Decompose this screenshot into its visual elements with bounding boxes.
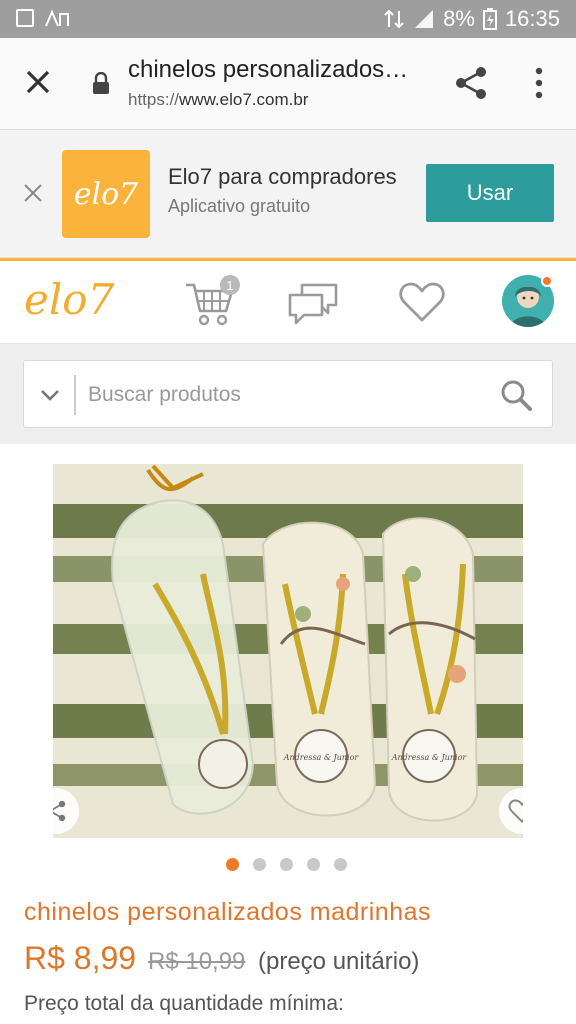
share-icon[interactable] bbox=[454, 66, 488, 100]
close-banner-icon[interactable] bbox=[22, 182, 44, 204]
search-divider bbox=[74, 375, 76, 415]
site-header: elo7 1 bbox=[0, 258, 576, 344]
gallery-notification-icon bbox=[16, 9, 34, 27]
lock-icon bbox=[93, 72, 109, 94]
clock: 16:35 bbox=[504, 6, 560, 31]
signature-text-2: Andressa & Junior bbox=[391, 753, 468, 762]
search-input[interactable] bbox=[88, 375, 488, 415]
browser-toolbar: chinelos personalizados madrinhas https:… bbox=[0, 38, 576, 130]
product-old-price: R$ 10,99 bbox=[148, 948, 246, 975]
app-subtitle: Aplicativo gratuito bbox=[168, 196, 311, 216]
url-host: www.elo7.com.br bbox=[179, 90, 309, 109]
gallery-pagination bbox=[226, 858, 347, 871]
app-install-banner: elo7 Elo7 para compradores Aplicativo gr… bbox=[0, 130, 576, 258]
cell-signal-icon bbox=[415, 10, 434, 28]
gallery-dot[interactable] bbox=[280, 858, 293, 871]
product-price: R$ 8,99 bbox=[24, 940, 137, 976]
battery-icon bbox=[482, 8, 497, 30]
app-logo: elo7 bbox=[62, 150, 150, 238]
signature-text: Andressa & Junior bbox=[283, 753, 360, 762]
signal-notification-icon bbox=[45, 9, 69, 27]
status-bar: 8% 16:35 bbox=[0, 0, 576, 38]
page-url[interactable]: https://www.elo7.com.br bbox=[128, 90, 308, 110]
favorites-heart-icon[interactable] bbox=[398, 281, 446, 323]
notification-dot bbox=[541, 275, 553, 287]
flip-flops-photo: Andressa & Junior Andressa & Junior bbox=[53, 464, 523, 838]
site-logo[interactable]: elo7 bbox=[24, 275, 114, 324]
product-title: chinelos personalizados madrinhas bbox=[24, 898, 432, 926]
gallery-dot[interactable] bbox=[307, 858, 320, 871]
product-image[interactable]: Andressa & Junior Andressa & Junior bbox=[53, 464, 523, 838]
search-icon[interactable] bbox=[500, 379, 532, 411]
page-title[interactable]: chinelos personalizados madrinhas bbox=[128, 56, 413, 84]
gallery-dot[interactable] bbox=[253, 858, 266, 871]
install-app-button[interactable]: Usar bbox=[426, 164, 554, 222]
url-scheme: https:// bbox=[128, 90, 180, 109]
heart-icon bbox=[508, 799, 523, 823]
share-icon bbox=[53, 800, 66, 822]
battery-percent: 8% bbox=[443, 6, 475, 31]
search-bar bbox=[23, 360, 553, 428]
overflow-menu-icon[interactable] bbox=[530, 66, 548, 100]
gallery-dot[interactable] bbox=[334, 858, 347, 871]
messages-icon[interactable] bbox=[286, 281, 340, 325]
search-section bbox=[0, 344, 576, 444]
chevron-down-icon[interactable] bbox=[38, 383, 62, 407]
gallery-dot[interactable] bbox=[226, 858, 239, 871]
data-transfer-icon bbox=[384, 9, 404, 29]
price-unit-note: (preço unitário) bbox=[258, 948, 420, 975]
app-name: Elo7 para compradores bbox=[168, 164, 397, 189]
close-tab-icon[interactable] bbox=[22, 66, 54, 98]
total-price-note: Preço total da quantidade mínima: bbox=[24, 992, 344, 1015]
cart-count-badge: 1 bbox=[220, 275, 240, 295]
